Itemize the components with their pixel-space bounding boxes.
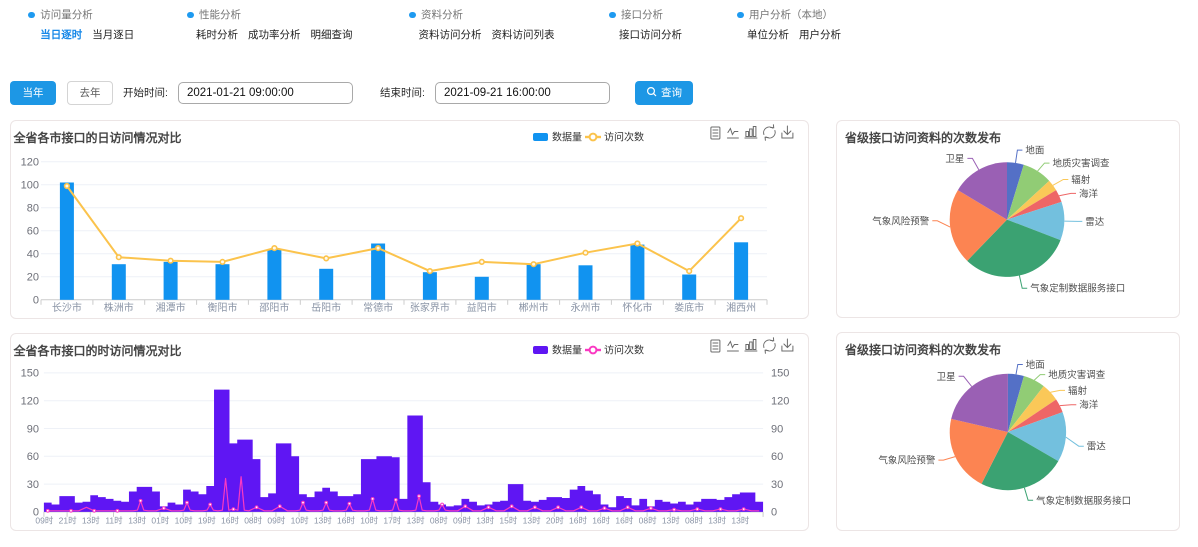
svg-text:13时: 13时 [708,516,726,526]
svg-text:气象风险预警: 气象风险预警 [872,215,930,227]
svg-text:90: 90 [771,423,783,435]
svg-text:09时: 09时 [35,516,53,526]
svg-text:10时: 10时 [360,516,378,526]
svg-text:常德市: 常德市 [363,301,393,314]
svg-text:0: 0 [33,295,39,307]
svg-text:16时: 16时 [592,516,610,526]
svg-text:雷达: 雷达 [1085,216,1105,228]
svg-text:20时: 20时 [546,516,564,526]
svg-text:08时: 08时 [430,516,448,526]
svg-text:数据量: 数据量 [552,344,582,357]
svg-text:120: 120 [21,157,39,169]
svg-text:60: 60 [771,451,783,463]
svg-text:益阳市: 益阳市 [467,301,497,314]
svg-text:30: 30 [771,479,783,491]
svg-text:100: 100 [21,180,39,192]
svg-text:13时: 13时 [314,516,332,526]
svg-text:150: 150 [771,368,789,380]
svg-text:120: 120 [21,396,39,408]
svg-text:雷达: 雷达 [1087,441,1107,453]
svg-text:辐射: 辐射 [1068,385,1088,397]
svg-text:15时: 15时 [499,516,517,526]
svg-text:湘西州: 湘西州 [726,301,756,314]
svg-text:13时: 13时 [407,516,425,526]
svg-text:访问次数: 访问次数 [604,131,644,144]
svg-text:16时: 16时 [337,516,355,526]
svg-text:01时: 01时 [151,516,169,526]
svg-text:怀化市: 怀化市 [622,301,652,314]
svg-text:80: 80 [27,203,39,215]
svg-text:16时: 16时 [615,516,633,526]
svg-text:辐射: 辐射 [1071,174,1091,186]
svg-text:150: 150 [21,368,39,380]
svg-text:气象风险预警: 气象风险预警 [878,455,936,467]
svg-text:地面: 地面 [1025,145,1044,157]
svg-text:长沙市: 长沙市 [52,301,82,314]
svg-text:17时: 17时 [383,516,401,526]
svg-text:永州市: 永州市 [571,301,601,314]
svg-text:60: 60 [27,226,39,238]
svg-text:13时: 13时 [476,516,494,526]
svg-text:13时: 13时 [128,516,146,526]
svg-text:气象定制数据服务接口: 气象定制数据服务接口 [1030,283,1125,295]
svg-text:60: 60 [27,451,39,463]
svg-text:13时: 13时 [523,516,541,526]
svg-text:13时: 13时 [731,516,749,526]
svg-text:120: 120 [771,396,789,408]
svg-text:湘潭市: 湘潭市 [156,301,186,314]
svg-text:邵阳市: 邵阳市 [259,301,289,314]
svg-text:08时: 08时 [685,516,703,526]
svg-text:地面: 地面 [1026,359,1045,371]
svg-text:09时: 09时 [453,516,471,526]
svg-text:株洲市: 株洲市 [104,301,134,314]
svg-text:10时: 10时 [291,516,309,526]
svg-text:数据量: 数据量 [552,131,582,144]
svg-text:08时: 08时 [639,516,657,526]
svg-text:10时: 10时 [175,516,193,526]
svg-text:海洋: 海洋 [1079,399,1099,411]
svg-text:张家界市: 张家界市 [410,301,450,314]
svg-text:衡阳市: 衡阳市 [208,301,238,314]
svg-text:20: 20 [27,272,39,284]
svg-text:娄底市: 娄底市 [674,301,704,314]
svg-text:09时: 09时 [267,516,285,526]
svg-text:海洋: 海洋 [1079,188,1099,200]
svg-text:0: 0 [771,507,777,519]
svg-text:16时: 16时 [569,516,587,526]
svg-text:地质灾害调查: 地质灾害调查 [1053,158,1111,170]
svg-text:11时: 11时 [105,516,123,526]
svg-text:13时: 13时 [662,516,680,526]
svg-text:21时: 21时 [59,516,77,526]
svg-text:13时: 13时 [82,516,100,526]
svg-text:郴州市: 郴州市 [519,301,549,314]
svg-text:气象定制数据服务接口: 气象定制数据服务接口 [1036,495,1131,507]
svg-text:19时: 19时 [198,516,216,526]
svg-text:08时: 08时 [244,516,262,526]
svg-text:卫星: 卫星 [937,372,956,383]
svg-text:40: 40 [27,249,39,261]
svg-text:16时: 16时 [221,516,239,526]
svg-text:卫星: 卫星 [945,154,964,165]
svg-text:地质灾害调查: 地质灾害调查 [1048,369,1106,381]
svg-text:30: 30 [27,479,39,491]
svg-text:访问次数: 访问次数 [604,344,644,357]
svg-text:90: 90 [27,423,39,435]
svg-text:岳阳市: 岳阳市 [311,301,341,314]
